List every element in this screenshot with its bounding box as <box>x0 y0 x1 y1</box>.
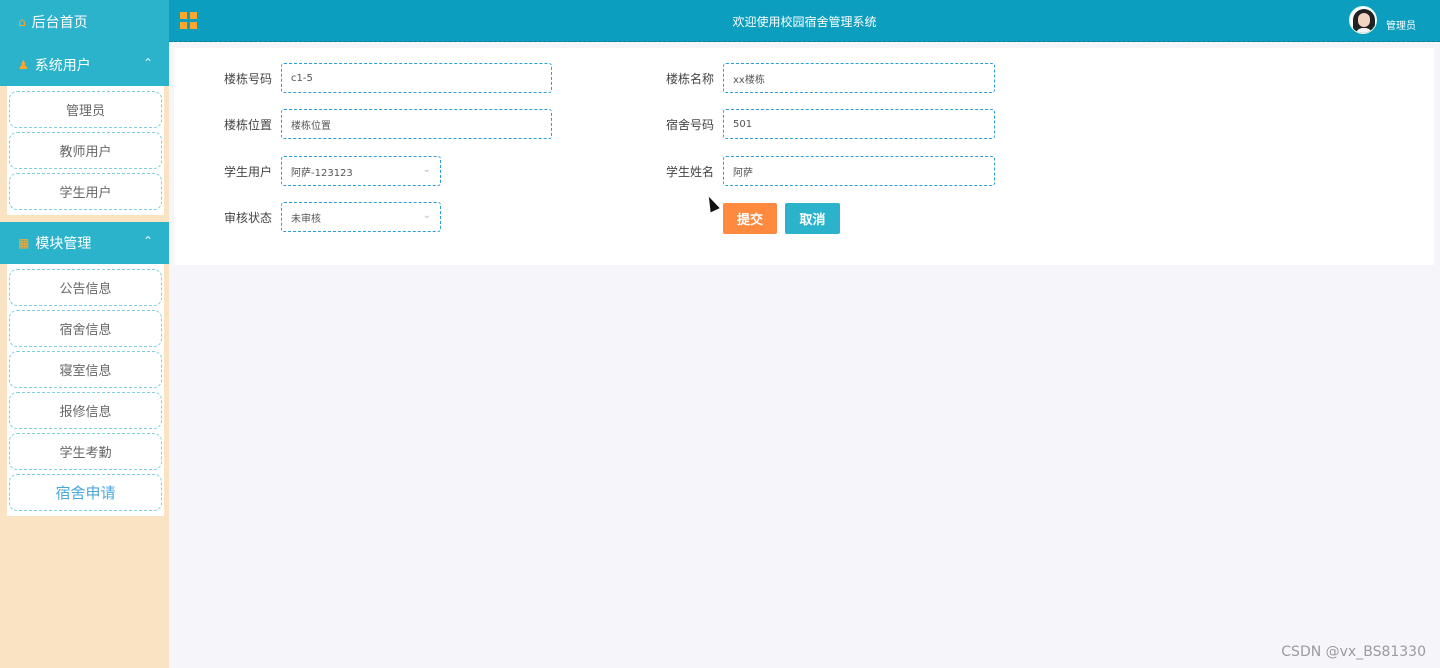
dorm-no-input[interactable]: 501 <box>723 109 995 139</box>
sidebar-list-system-users: 管理员 教师用户 学生用户 <box>7 86 164 215</box>
field-review-status: 审核状态 未审核 ⌄ <box>222 202 441 232</box>
chevron-up-icon: ⌃ <box>142 56 153 70</box>
chevron-down-icon: ⌄ <box>422 164 431 175</box>
sidebar-group-system-users[interactable]: ♟ 系统用户 ⌃ <box>0 44 169 86</box>
building-location-input[interactable]: 楼栋位置 <box>281 109 552 139</box>
cancel-button[interactable]: 取消 <box>785 203 840 234</box>
student-user-label: 学生用户 <box>223 164 272 179</box>
top-header: 欢迎使用校园宿舍管理系统 管理员 <box>169 0 1440 42</box>
sidebar-home[interactable]: ⌂ 后台首页 <box>0 0 169 44</box>
building-name-input[interactable]: xx楼栋 <box>723 63 995 93</box>
sidebar-item-dormitory-info[interactable]: 宿舍信息 <box>9 310 162 347</box>
field-building-name: 楼栋名称 xx楼栋 <box>664 63 995 93</box>
sidebar-group-label: 模块管理 <box>35 236 92 252</box>
field-building-no: 楼栋号码 c1-5 <box>222 63 552 93</box>
field-student-name: 学生姓名 阿萨 <box>664 156 995 186</box>
field-building-location: 楼栋位置 楼栋位置 <box>222 109 552 139</box>
sidebar: ⌂ 后台首页 ♟ 系统用户 ⌃ 管理员 教师用户 学生用户 ▦ 模块管理 ⌃ 公… <box>0 0 169 668</box>
module-icon: ▦ <box>18 236 30 250</box>
form-panel: 楼栋号码 c1-5 楼栋名称 xx楼栋 楼栋位置 楼栋位置 宿舍号码 501 学… <box>174 48 1434 265</box>
sidebar-item-room-info[interactable]: 寝室信息 <box>9 351 162 388</box>
student-user-value: 阿萨-123123 <box>291 167 353 179</box>
sidebar-item-attendance[interactable]: 学生考勤 <box>9 433 162 470</box>
building-location-label: 楼栋位置 <box>223 117 272 132</box>
page-title: 欢迎使用校园宿舍管理系统 <box>732 15 877 29</box>
sidebar-home-label: 后台首页 <box>31 15 88 31</box>
building-no-input[interactable]: c1-5 <box>281 63 552 93</box>
sidebar-item-student-users[interactable]: 学生用户 <box>9 173 162 210</box>
building-name-label: 楼栋名称 <box>665 71 714 86</box>
review-status-label: 审核状态 <box>223 210 272 225</box>
home-icon: ⌂ <box>18 15 26 29</box>
avatar[interactable] <box>1349 6 1377 34</box>
sidebar-item-teacher-users[interactable]: 教师用户 <box>9 132 162 169</box>
user-name[interactable]: 管理员 <box>1386 17 1416 32</box>
sidebar-item-admin[interactable]: 管理员 <box>9 91 162 128</box>
sidebar-item-announcements[interactable]: 公告信息 <box>9 269 162 306</box>
student-name-input[interactable]: 阿萨 <box>723 156 995 186</box>
submit-button[interactable]: 提交 <box>723 203 777 234</box>
sidebar-group-label: 系统用户 <box>34 58 91 74</box>
student-user-select[interactable]: 阿萨-123123 ⌄ <box>281 156 441 186</box>
chevron-down-icon: ⌄ <box>422 210 431 221</box>
field-dorm-no: 宿舍号码 501 <box>664 109 995 139</box>
sidebar-item-repair-info[interactable]: 报修信息 <box>9 392 162 429</box>
sidebar-item-dorm-application[interactable]: 宿舍申请 <box>9 474 162 511</box>
student-name-label: 学生姓名 <box>665 164 714 179</box>
field-student-user: 学生用户 阿萨-123123 ⌄ <box>222 156 441 186</box>
building-no-label: 楼栋号码 <box>223 71 272 86</box>
chevron-up-icon: ⌃ <box>142 234 153 248</box>
watermark: CSDN @vx_BS81330 <box>1281 644 1426 660</box>
sidebar-list-module-management: 公告信息 宿舍信息 寝室信息 报修信息 学生考勤 宿舍申请 <box>7 264 164 516</box>
review-status-select[interactable]: 未审核 ⌄ <box>281 202 441 232</box>
review-status-value: 未审核 <box>291 213 321 225</box>
dorm-no-label: 宿舍号码 <box>665 117 714 132</box>
sidebar-group-module-management[interactable]: ▦ 模块管理 ⌃ <box>0 222 169 264</box>
user-icon: ♟ <box>18 58 29 72</box>
